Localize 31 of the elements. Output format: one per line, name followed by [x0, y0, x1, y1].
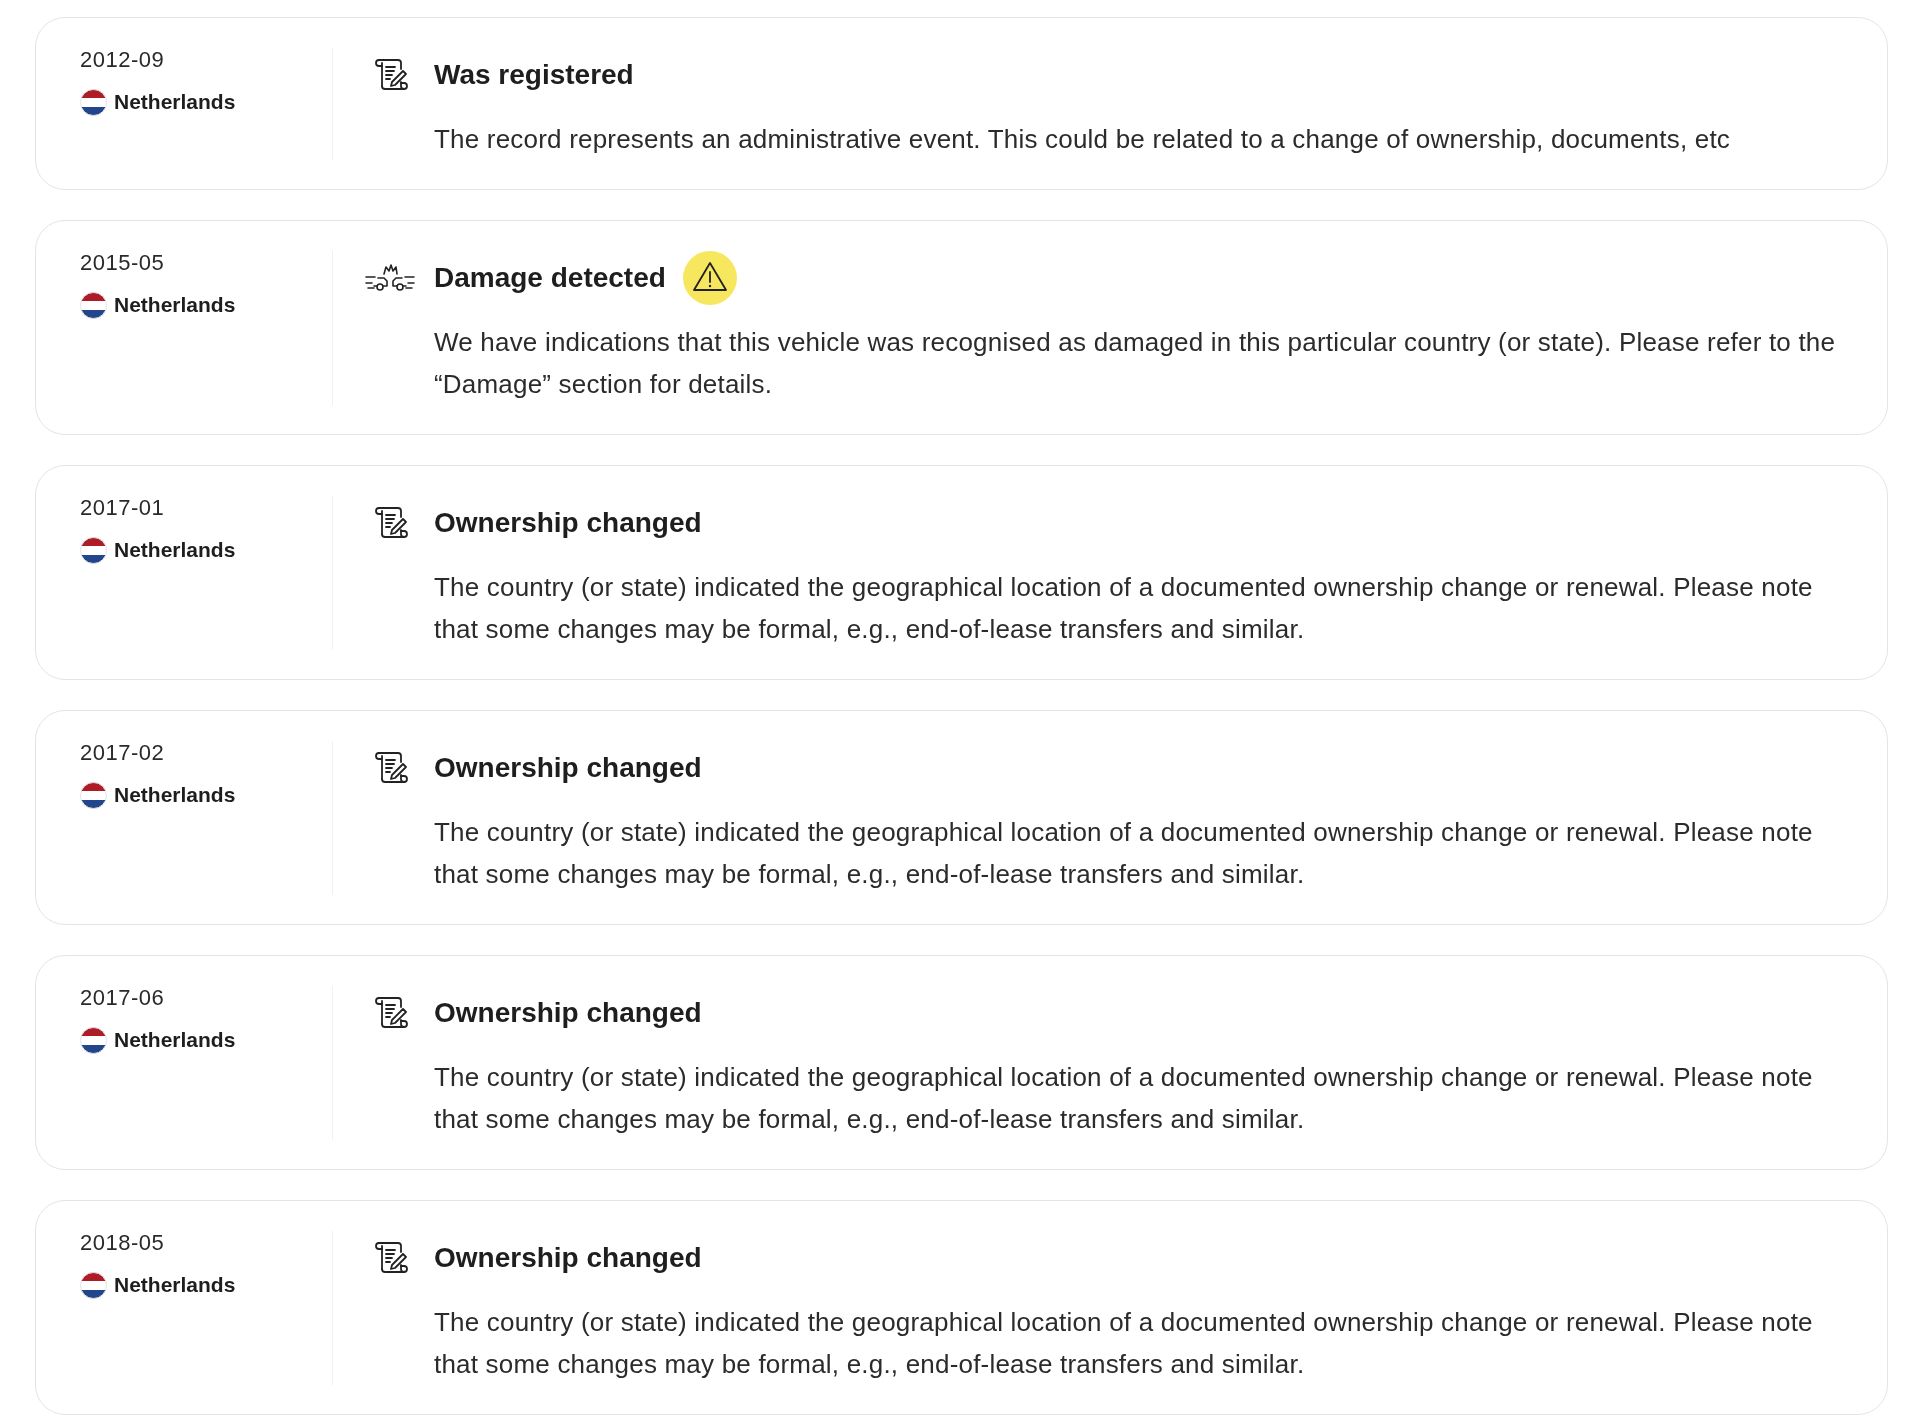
event-description: The record represents an administrative event. This could be related to a change of ownership, documents, etc	[434, 123, 1732, 156]
event-title: Was registered	[434, 58, 634, 92]
event-description: The country (or state) indicated the geographical location of a documented ownership change or renewal. Please note that some changes may be formal, e.g., end-of-lease transfers and similar.	[434, 816, 1814, 891]
event-description: The country (or state) indicated the geographical location of a documented ownership change or renewal. Please note that some changes may be formal, e.g., end-of-lease transfers and similar.	[434, 1061, 1814, 1136]
flag-icon	[80, 1026, 107, 1054]
event-description: The country (or state) indicated the geographical location of a documented ownership change or renewal. Please note that some changes may be formal, e.g., end-of-lease transfers and similar.	[434, 571, 1814, 646]
country-name: Netherlands	[114, 89, 236, 115]
car-collision-icon	[365, 263, 415, 293]
event-date: 2017-02	[80, 741, 166, 765]
event-title: Ownership changed	[434, 996, 702, 1030]
event-description: The country (or state) indicated the geographical location of a documented ownership change or renewal. Please note that some changes may be formal, e.g., end-of-lease transfers and similar.	[434, 1306, 1814, 1381]
event-description: We have indications that this vehicle was recognised as damaged in this particular country (or state). Please refer to the “Damage” section for details.	[434, 326, 1837, 401]
event-title: Ownership changed	[434, 506, 702, 540]
event-date: 2015-05	[80, 251, 166, 275]
country-name: Netherlands	[114, 537, 236, 563]
event-title: Ownership changed	[434, 751, 702, 785]
flag-icon	[80, 291, 107, 319]
event-date: 2012-09	[80, 48, 166, 72]
country-name: Netherlands	[114, 292, 236, 318]
event-date: 2017-01	[80, 496, 166, 520]
event-date: 2017-06	[80, 986, 166, 1010]
country-name: Netherlands	[114, 1027, 236, 1053]
country-name: Netherlands	[114, 782, 236, 808]
flag-icon	[80, 781, 107, 809]
event-title: Ownership changed	[434, 1241, 702, 1275]
event-date: 2018-05	[80, 1231, 166, 1255]
event-title: Damage detected	[434, 261, 666, 295]
flag-icon	[80, 88, 107, 116]
country-name: Netherlands	[114, 1272, 236, 1298]
flag-icon	[80, 1271, 107, 1299]
flag-icon	[80, 536, 107, 564]
